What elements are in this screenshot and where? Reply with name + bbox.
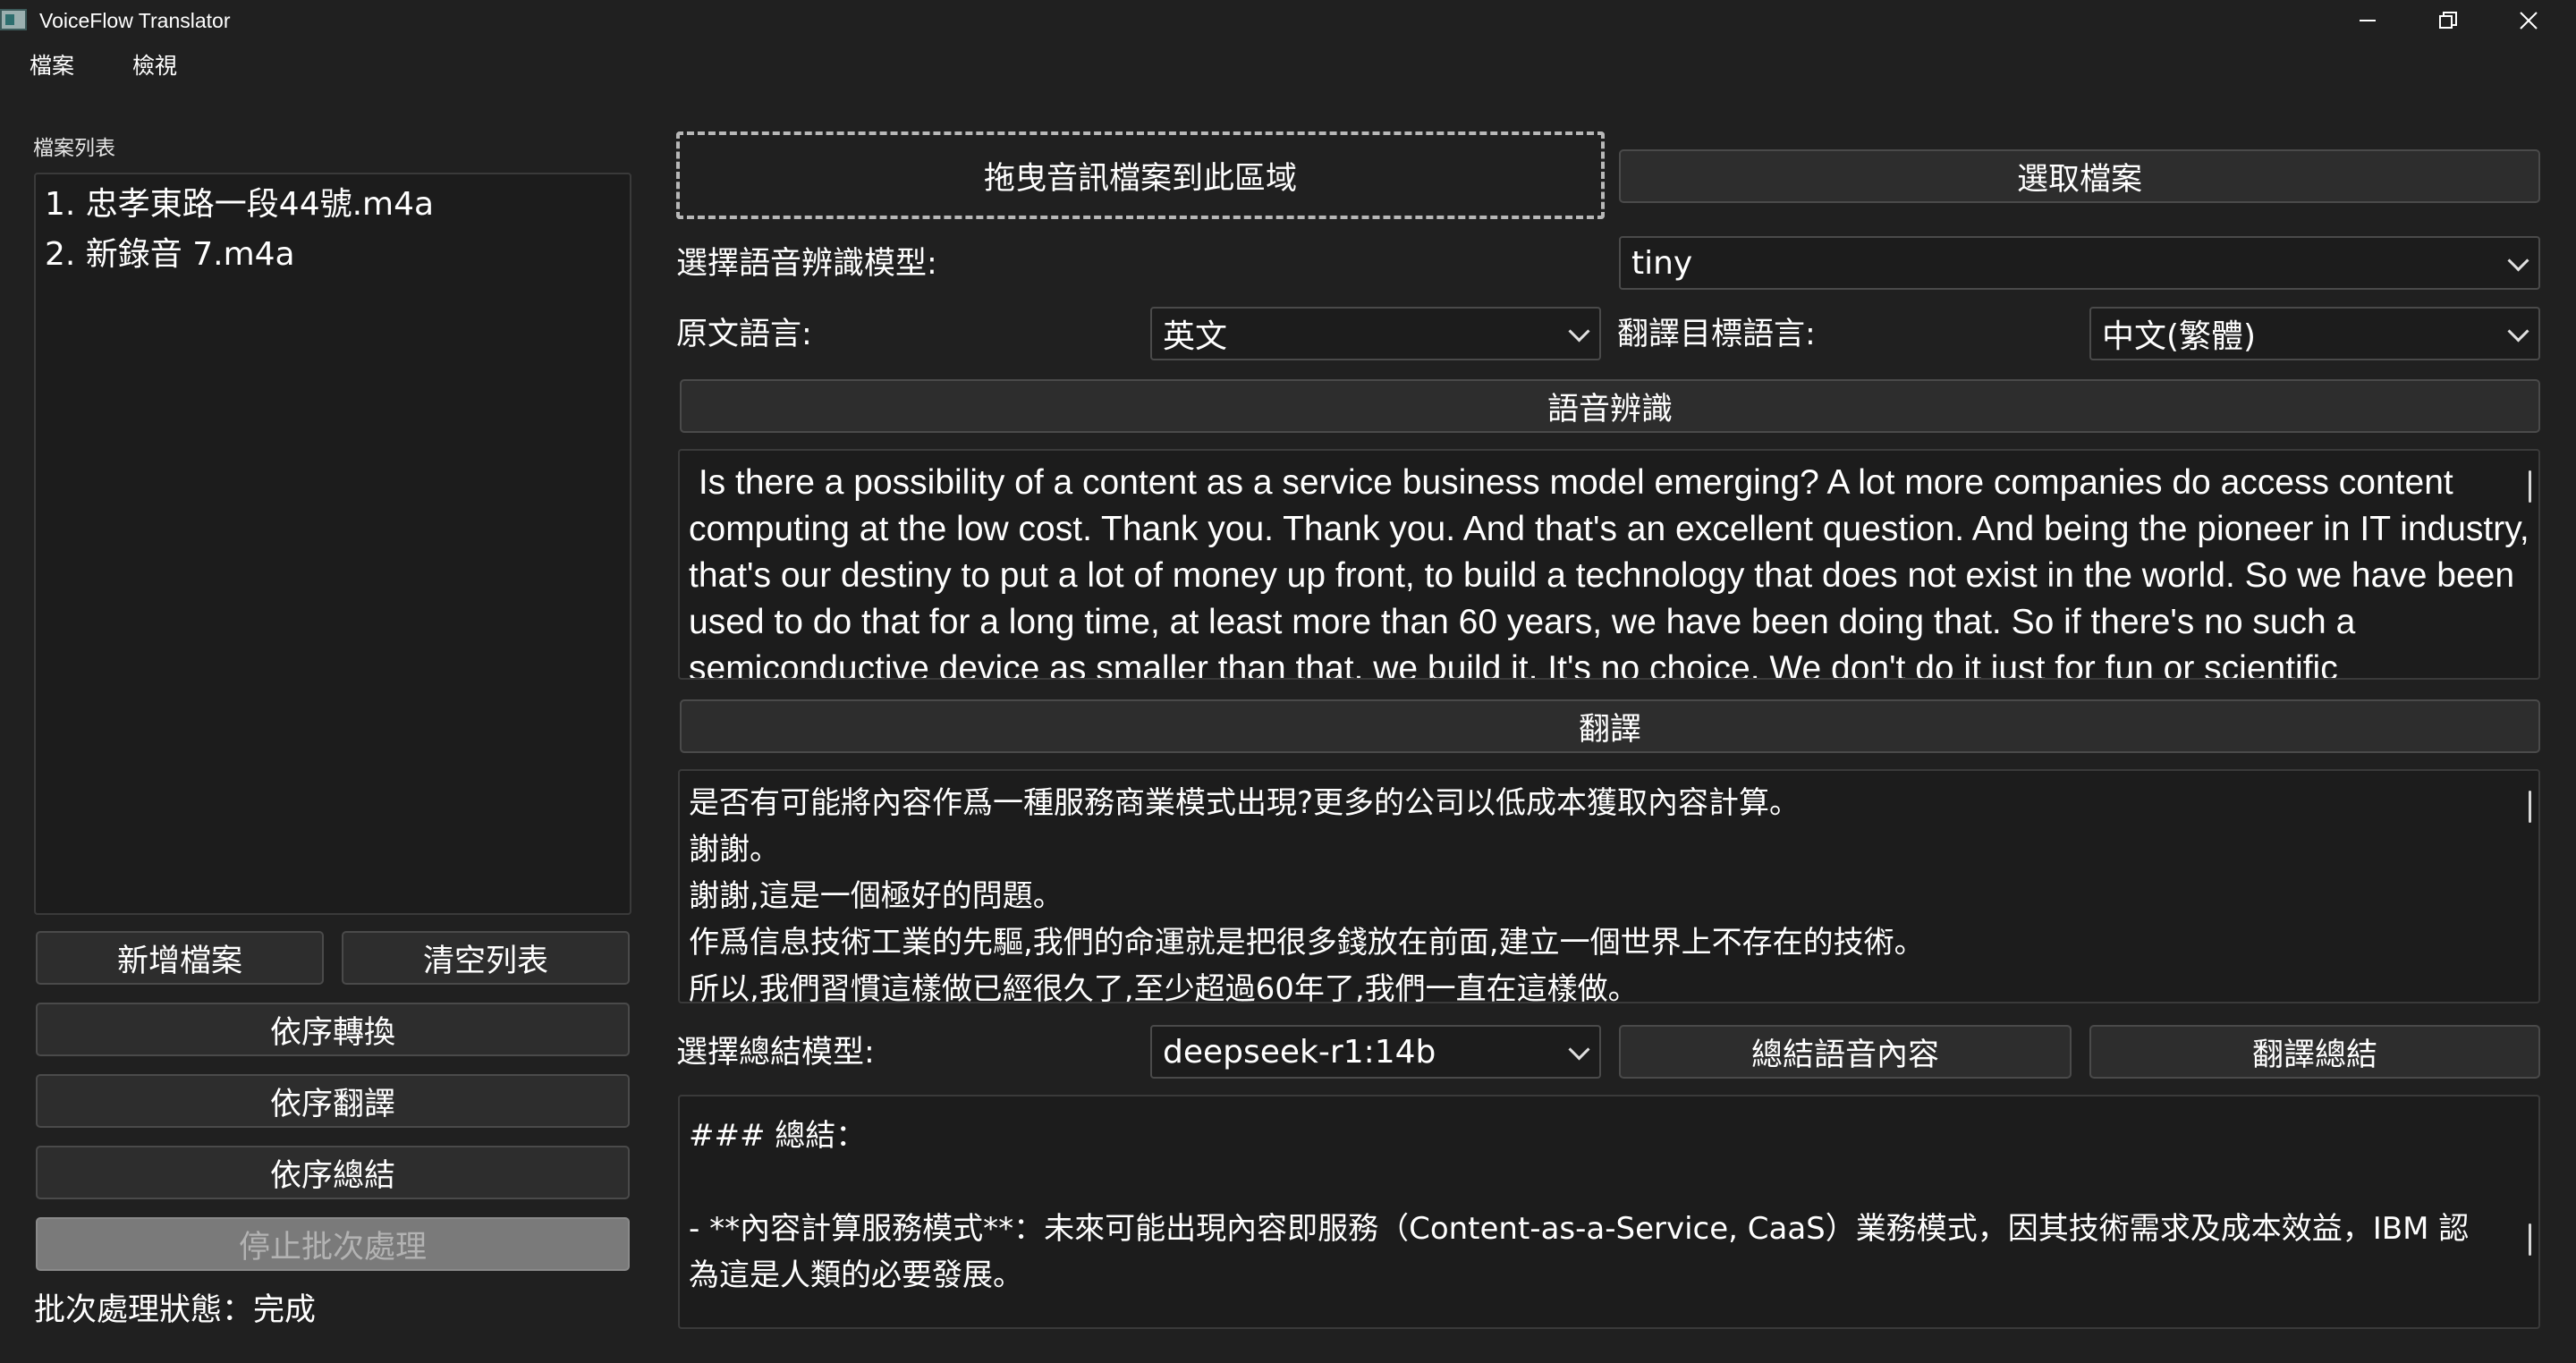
translation-line: 所以,我們習慣這樣做已經很久了,至少超過60年了,我們一直在這樣做。: [689, 971, 1639, 1003]
chevron-down-icon: [1568, 1038, 1590, 1061]
target-language-select[interactable]: 中文(繁體): [2089, 307, 2540, 360]
window-title: VoiceFlow Translator: [39, 9, 231, 32]
translation-line: 是否有可能將內容作爲一種服務商業模式出現?更多的公司以低成本獲取內容計算。: [689, 785, 1801, 821]
menu-view[interactable]: 檢視: [132, 47, 177, 86]
close-button[interactable]: [2488, 0, 2569, 41]
batch-status-text: 批次處理狀態：完成: [34, 1292, 317, 1328]
app-icon: [0, 9, 27, 30]
summary-model-value: deepseek-r1:14b: [1163, 1033, 1436, 1071]
add-file-button[interactable]: 新增檔案: [36, 931, 324, 985]
file-list-item[interactable]: 2. 新錄音 7.m4a: [39, 230, 626, 280]
select-file-button[interactable]: 選取檔案: [1619, 149, 2540, 203]
stop-batch-button[interactable]: 停止批次處理: [36, 1217, 630, 1271]
source-language-value: 英文: [1163, 318, 1228, 355]
clear-list-button[interactable]: 清空列表: [342, 931, 630, 985]
target-language-value: 中文(繁體): [2102, 318, 2257, 355]
batch-summarize-button[interactable]: 依序總結: [36, 1146, 630, 1199]
batch-convert-button[interactable]: 依序轉換: [36, 1003, 630, 1056]
chevron-down-icon: [2507, 250, 2529, 272]
asr-model-value: tiny: [1631, 244, 1693, 282]
translation-textbox[interactable]: 是否有可能將內容作爲一種服務商業模式出現?更多的公司以低成本獲取內容計算。 謝謝…: [678, 769, 2540, 1003]
file-list-item[interactable]: 1. 忠孝東路一段44號.m4a: [39, 180, 626, 230]
transcript-textbox[interactable]: Is there a possibility of a content as a…: [678, 449, 2540, 680]
scrollbar-thumb[interactable]: [2529, 791, 2531, 823]
summary-line: ### 總結：: [689, 1118, 867, 1154]
title-bar: [0, 0, 2576, 41]
source-language-label: 原文語言:: [676, 317, 812, 352]
asr-model-label: 選擇語音辨識模型:: [676, 246, 937, 282]
minimize-button[interactable]: [2327, 0, 2408, 41]
file-list[interactable]: 1. 忠孝東路一段44號.m4a 2. 新錄音 7.m4a: [34, 173, 631, 915]
chevron-down-icon: [2507, 320, 2529, 343]
audio-drop-zone[interactable]: 拖曳音訊檔案到此區域: [676, 131, 1605, 219]
scrollbar-thumb[interactable]: [2529, 470, 2531, 503]
asr-model-select[interactable]: tiny: [1619, 236, 2540, 290]
close-icon: [2520, 12, 2538, 30]
translate-summary-button[interactable]: 翻譯總結: [2089, 1025, 2540, 1079]
source-language-select[interactable]: 英文: [1150, 307, 1601, 360]
translation-line: 謝謝。: [689, 832, 780, 868]
minimize-icon: [2360, 20, 2376, 21]
summary-model-label: 選擇總結模型:: [676, 1035, 875, 1071]
batch-translate-button[interactable]: 依序翻譯: [36, 1074, 630, 1128]
summarize-button[interactable]: 總結語音內容: [1619, 1025, 2072, 1079]
speech-recognition-button[interactable]: 語音辨識: [680, 379, 2540, 433]
translation-line: 謝謝,這是一個極好的問題。: [689, 878, 1063, 914]
transcript-text: Is there a possibility of a content as a…: [689, 463, 2539, 680]
file-list-label: 檔案列表: [33, 137, 115, 160]
translation-line: 作爲信息技術工業的先驅,我們的命運就是把很多錢放在前面,建立一個世界上不存在的技…: [689, 925, 1925, 961]
scrollbar-thumb[interactable]: [2529, 1223, 2531, 1256]
translate-button[interactable]: 翻譯: [680, 699, 2540, 753]
summary-model-select[interactable]: deepseek-r1:14b: [1150, 1025, 1601, 1079]
target-language-label: 翻譯目標語言:: [1617, 317, 1816, 352]
maximize-button[interactable]: [2408, 0, 2488, 41]
menu-file[interactable]: 檔案: [30, 47, 74, 86]
summary-textbox[interactable]: ### 總結： - **內容計算服務模式**：未來可能出現內容即服務（Conte…: [678, 1095, 2540, 1329]
summary-line: - **內容計算服務模式**：未來可能出現內容即服務（Content-as-a-…: [689, 1211, 2470, 1293]
chevron-down-icon: [1568, 320, 1590, 343]
restore-icon: [2439, 12, 2457, 29]
summary-line: [689, 1159, 2529, 1206]
